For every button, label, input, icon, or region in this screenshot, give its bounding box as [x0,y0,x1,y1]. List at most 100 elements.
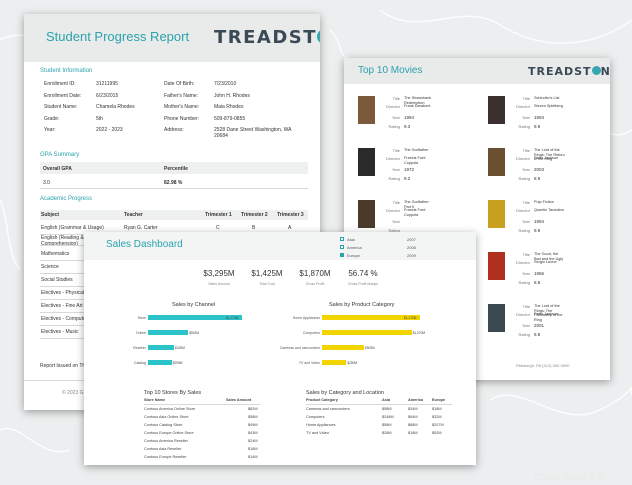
legend-count: 2007 [407,236,416,242]
info-label: Student Name: [44,104,78,110]
movie-field-label: Rating [518,124,530,129]
kpi-value: $1,425M [251,269,283,278]
movie-field-label: Director [385,156,400,161]
store-name: Contoso America Online Store [144,407,196,411]
bar-value-label: $325M [175,346,185,350]
movie-poster [488,148,505,176]
legend-checkbox[interactable] [340,245,344,249]
movie-director: Frank Darabont [404,104,431,108]
kpi-label: Gross Profit [305,282,325,286]
info-value: 2528 Dane Street Washington, WA 20684 [214,127,292,139]
movie-field-label: Director [515,312,530,317]
stores-header-rule [144,404,260,405]
location-cell: $64M [408,415,418,419]
legend-label: America [347,244,362,250]
bar-value-label: $1,173M [226,316,239,320]
subject-name: Electives - Physical [41,290,85,296]
gpa-header-percentile: Percentile [164,166,188,172]
location-cell: $18M [432,407,442,411]
subject-name: Science [41,264,59,270]
subject-name: Mathematics [41,251,70,257]
movie-field-label: Year [521,167,530,172]
movies-footer-right: Pittsburgh, PA (412) 000-0000 [516,363,570,368]
bar-category-label: Computers [302,331,320,335]
movie-field-label: Director [515,208,530,213]
info-label: Phone Number: [164,115,200,122]
chart-title-channel: Sales by Channel [172,302,216,308]
movie-field-label: Year [391,219,400,224]
movie-director: Francis Ford Coppola [404,208,426,217]
movie-field-label: Title [522,252,530,257]
movie-field-label: Rating [518,176,530,181]
movie-year: 1994 [534,219,545,224]
row-1-t3: A [288,225,292,231]
location-cell: $18M [408,431,418,435]
legend-checkbox[interactable] [340,253,344,257]
col-trimester-1: Trimester 1 [205,212,232,218]
bar-category-label: Reseller [133,346,146,350]
location-table-title: Sales by Category and Location [306,390,384,396]
movie-year: 2003 [534,167,545,172]
movie-field-label: Director [385,104,400,109]
row-1-t1: C [216,225,220,231]
location-header: Product Category [306,398,338,402]
movie-field-label: Title [522,148,530,153]
kpi-value: 56.74 % [348,269,378,278]
subject-name: English (Grammar & Usage) [41,225,104,231]
movie-field-label: Year [521,323,530,328]
movie-field-label: Rating [518,332,530,337]
store-amount: $14M [248,455,258,459]
info-value: Chamela Rhodes [96,104,135,110]
location-cell: $207M [432,423,444,427]
location-cell: Cameras and camcorders [306,407,350,411]
col-teacher: Teacher [124,212,143,218]
kpi-value: $1,870M [299,269,331,278]
legend-checkbox[interactable] [340,237,344,241]
bar-mark [148,345,175,350]
row-1-teacher: Ryan G. Carter [124,225,158,231]
location-cell: $248M [382,415,394,419]
bar-value-label: $502M [189,331,199,335]
movie-field-label: Title [522,96,530,101]
movie-director: Sergio Leone [534,260,557,264]
bar-value-label: $295M [172,361,183,365]
store-amount: $43M [248,431,258,435]
location-cell: $88M [408,423,418,427]
movie-rating: 8.9 [534,228,541,233]
location-cell: TV and Video [306,431,329,435]
bar-value-label: $290M [347,361,358,365]
section-gpa-summary: GPA Summary [40,152,80,158]
legend-count: 2009 [407,252,416,258]
report-issued-text: Report Issued on Thu [40,363,88,369]
gpa-header-overall: Overall GPA [43,166,72,172]
csdn-watermark: CSDN @sdk大全 [534,473,606,483]
logo-o-icon [317,28,320,44]
movie-field-label: Director [515,156,530,161]
store-name: Contoso Europe Online Store [144,431,194,435]
movie-field-label: Year [521,271,530,276]
info-label: Address: [164,127,184,133]
kpi-label: Total Cost [259,282,275,286]
store-amount: $58M [248,415,258,419]
movie-field-label: Year [521,219,530,224]
movie-rating: 8.9 [534,124,541,129]
movie-poster [488,200,505,228]
subject-name: Electives - Music [41,329,79,335]
col-trimester-2: Trimester 2 [241,212,268,218]
location-header: Europe [432,398,446,402]
movie-year: 1966 [534,271,545,276]
info-value: 2022 - 2023 [96,127,123,133]
location-cell: $58M [382,407,392,411]
movies-title: Top 10 Movies [358,65,423,76]
info-value: 5th [96,115,103,122]
info-value: 6/23/2015 [96,92,119,99]
bar-value-label: $502M [365,346,375,350]
store-name: Contoso America Reseller [144,439,188,443]
movie-title: Schindler's List [534,96,560,100]
location-cell: Computers [306,415,325,419]
movie-field-label: Rating [388,124,400,129]
sales-title: Sales Dashboard [106,239,183,250]
movie-title: Pulp Fiction [534,200,554,204]
subject-name: Electives - Fine Art [41,303,83,309]
movie-field-label: Title [392,96,400,101]
